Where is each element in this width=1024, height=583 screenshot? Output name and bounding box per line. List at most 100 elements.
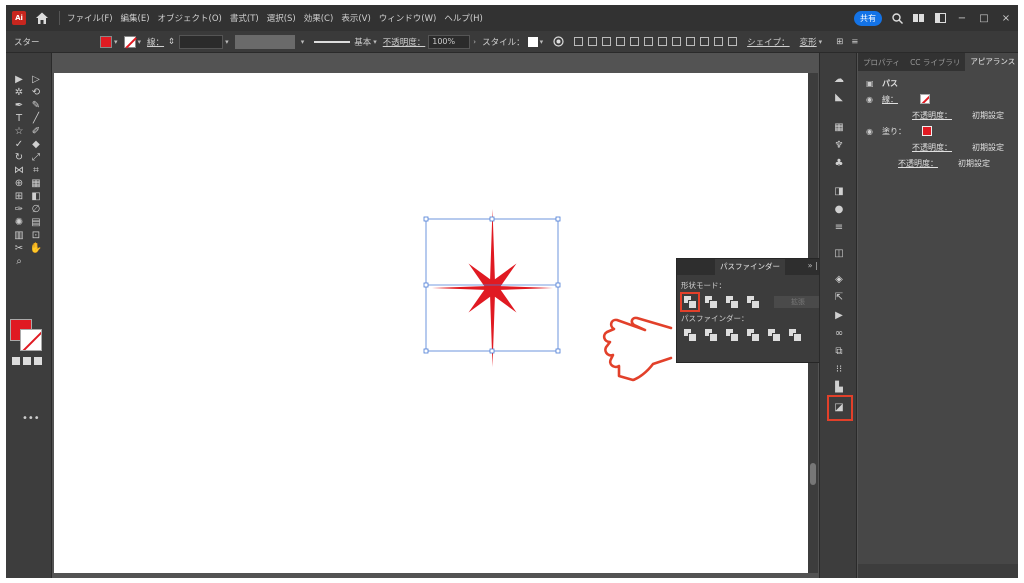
menu-type[interactable]: 書式(T) [230,12,259,24]
align-right-icon[interactable] [602,37,612,46]
merge-button[interactable] [726,329,739,342]
eye-icon[interactable]: ◉ [866,127,873,136]
search-icon[interactable] [892,12,903,24]
graphic-style-swatch[interactable] [527,36,538,47]
shape-builder-tool-icon[interactable]: ⊕ [12,179,26,189]
appearance-object-row[interactable]: ▣ パス [858,75,1018,91]
zoom-tool-icon[interactable]: ⌕ [12,257,26,267]
menu-object[interactable]: オブジェクト(O) [158,12,222,24]
trim-button[interactable] [705,329,718,342]
lasso-tool-icon[interactable]: ⟲ [29,88,43,98]
menu-effect[interactable]: 効果(C) [304,12,334,24]
align-hcenter-icon[interactable] [588,37,598,46]
graph-tool-icon[interactable]: ▥ [12,231,26,241]
color-mode-icon[interactable] [12,357,20,365]
color-guide-icon[interactable]: ● [834,205,844,215]
align-top-icon[interactable] [616,37,626,46]
appearance-stroke-row[interactable]: ◉ 線： [858,91,1018,107]
shaper-tool-icon[interactable]: ✓ [12,140,26,150]
slice-tool-icon[interactable]: ✂ [12,244,26,254]
width-tool-icon[interactable]: ⋈ [12,166,26,176]
crop-button[interactable] [747,329,760,342]
menu-view[interactable]: 表示(V) [341,12,370,24]
menu-edit[interactable]: 編集(E) [121,12,150,24]
align-icon[interactable]: ▙ [834,383,844,393]
variable-width-profile[interactable] [234,34,295,49]
layers-icon[interactable]: ◈ [834,275,844,285]
align-left-icon[interactable] [574,37,584,46]
tab-appearance[interactable]: アピアランス [965,53,1018,71]
more-tools-icon[interactable]: ••• [22,413,40,424]
intersect-button[interactable] [726,296,739,309]
scrollbar-thumb[interactable] [810,463,816,485]
type-tool-icon[interactable]: T [12,114,26,124]
tab-pathfinder[interactable]: パスファインダー [715,259,785,275]
chevron-down-icon[interactable]: ▾ [301,38,305,46]
arrange-documents-icon[interactable] [935,13,946,23]
selection-tool-icon[interactable]: ▶ [12,75,26,85]
magic-wand-tool-icon[interactable]: ✲ [12,88,26,98]
paintbrush-tool-icon[interactable]: ✐ [29,127,43,137]
actions-icon[interactable]: ▶ [834,311,844,321]
fill-label[interactable]: 塗り： [882,126,906,137]
menu-file[interactable]: ファイル(F) [67,12,113,24]
object-opacity-row[interactable]: 不透明度： 初期設定 [858,155,1018,171]
distribute-vcenter-icon[interactable] [672,37,682,46]
chevron-down-icon[interactable]: ▾ [819,38,823,46]
chevron-down-icon[interactable]: ▾ [138,38,142,46]
expand-button[interactable]: 拡張 [774,296,822,308]
star-tool-icon[interactable]: ☆ [12,127,26,137]
unite-button[interactable] [680,292,700,312]
fill-swatch[interactable] [100,35,112,48]
distribute-right-icon[interactable] [728,37,738,46]
share-button[interactable]: 共有 [854,10,882,26]
stroke-icon[interactable]: ≡ [834,223,844,233]
swatches-icon[interactable]: ▦ [834,123,844,133]
gradient-mode-icon[interactable] [23,357,31,365]
stroke-weight-input[interactable] [179,34,224,49]
links-icon[interactable]: ∞ [834,329,844,339]
direct-selection-tool-icon[interactable]: ▷ [29,75,43,85]
artboards-icon[interactable]: ⧉ [834,347,844,357]
color-icon[interactable]: ◨ [834,187,844,197]
align-bottom-icon[interactable] [644,37,654,46]
symbol-sprayer-tool-icon[interactable]: ✺ [12,218,26,228]
home-icon[interactable] [35,11,49,25]
hand-tool-icon[interactable]: ✋ [29,244,43,254]
artboard-tool-icon[interactable]: ⊡ [29,231,43,241]
stroke-style-label[interactable]: 基本 [354,36,371,48]
transform-icon[interactable]: ⁝⁝ [834,365,844,375]
blend-tool-icon[interactable]: ∅ [29,205,43,215]
libraries-icon[interactable]: ☁ [834,75,844,85]
recolor-artwork-icon[interactable] [553,36,564,47]
minus-front-button[interactable] [705,296,718,309]
fill-opacity-label[interactable]: 不透明度： [912,142,952,153]
symbols-icon[interactable]: ♣ [834,159,844,169]
fill-red-swatch[interactable] [922,126,932,136]
stroke-none-swatch[interactable] [920,94,930,104]
transparency-icon[interactable]: ◫ [834,249,844,259]
opacity-label[interactable]: 不透明度： [383,36,426,48]
shape-label[interactable]: シェイプ： [747,36,790,48]
opacity-input[interactable]: 100% [428,34,471,49]
tab-cc-libraries[interactable]: CC ライブラリ [905,57,965,68]
outline-button[interactable] [768,329,781,342]
tab-properties[interactable]: プロパティ [858,57,905,68]
stroke-swatch[interactable] [123,35,136,48]
stepper-icon[interactable]: ⇕ [168,37,175,47]
eyedropper-tool-icon[interactable]: ✑ [12,205,26,215]
none-mode-icon[interactable] [34,357,42,365]
close-icon[interactable]: × [1000,13,1012,24]
chevron-down-icon[interactable]: ▾ [114,38,118,46]
stroke-opacity-row[interactable]: 不透明度： 初期設定 [858,107,1018,123]
distribute-left-icon[interactable] [700,37,710,46]
divide-button[interactable] [684,329,697,342]
gradient-tool-icon[interactable]: ◧ [29,192,43,202]
menu-lines-icon[interactable]: ≡ [851,37,858,47]
align-vcenter-icon[interactable] [630,37,640,46]
curvature-tool-icon[interactable]: ✎ [29,101,43,111]
chevron-down-icon[interactable]: ▾ [373,38,377,46]
distribute-bottom-icon[interactable] [686,37,696,46]
transform-label[interactable]: 変形 [800,36,817,48]
pen-tool-icon[interactable]: ✒ [12,101,26,111]
